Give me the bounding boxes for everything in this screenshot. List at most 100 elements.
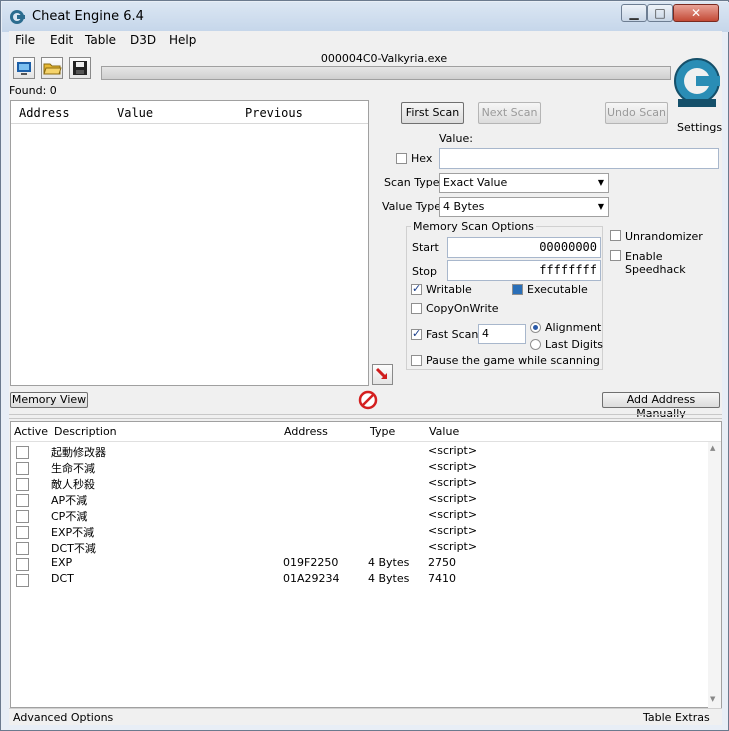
- start-address-input[interactable]: 00000000: [447, 237, 601, 258]
- undo-scan-button[interactable]: Undo Scan: [605, 102, 668, 124]
- cheat-engine-window: Cheat Engine 6.4 ▁ □ ✕ File Edit Table D…: [0, 0, 729, 731]
- fast-scan-label: Fast Scan: [426, 328, 479, 341]
- table-row[interactable]: EXP不減 <script>: [11, 524, 706, 540]
- cheat-engine-logo-icon: [674, 58, 720, 107]
- table-header: Active Description Address Type Value: [11, 422, 721, 442]
- row-description: DCT: [51, 572, 74, 585]
- row-value: <script>: [428, 444, 478, 457]
- scroll-up-icon[interactable]: ▲: [710, 444, 715, 452]
- row-value: <script>: [428, 460, 478, 473]
- column-value[interactable]: Value: [117, 106, 153, 120]
- active-checkbox[interactable]: [16, 558, 29, 571]
- menu-help[interactable]: Help: [169, 33, 196, 47]
- results-list[interactable]: Address Value Previous: [10, 100, 369, 386]
- active-checkbox[interactable]: [16, 446, 29, 459]
- value-type-value: 4 Bytes: [443, 200, 485, 213]
- row-description: 敵人秒殺: [51, 478, 95, 491]
- col-active[interactable]: Active: [14, 425, 48, 438]
- col-description[interactable]: Description: [54, 425, 117, 438]
- active-checkbox[interactable]: [16, 478, 29, 491]
- minimize-button[interactable]: ▁: [621, 4, 647, 22]
- row-description: EXP不減: [51, 526, 95, 539]
- title-bar[interactable]: Cheat Engine 6.4 ▁ □ ✕: [2, 2, 729, 32]
- last-digits-radio[interactable]: [530, 339, 541, 350]
- active-checkbox[interactable]: [16, 574, 29, 587]
- open-file-button[interactable]: [41, 57, 63, 79]
- add-address-manually-button[interactable]: Add Address Manually: [602, 392, 720, 420]
- table-row[interactable]: EXP 019F2250 4 Bytes 2750: [11, 556, 706, 572]
- scroll-down-icon[interactable]: ▼: [710, 695, 715, 703]
- fast-scan-checkbox[interactable]: [411, 327, 422, 340]
- table-extras-link[interactable]: Table Extras: [643, 711, 710, 724]
- active-checkbox[interactable]: [16, 542, 29, 555]
- active-checkbox[interactable]: [16, 494, 29, 507]
- vertical-scrollbar[interactable]: ▲ ▼: [708, 442, 721, 708]
- active-checkbox[interactable]: [16, 510, 29, 523]
- save-button[interactable]: [69, 57, 91, 79]
- col-type[interactable]: Type: [370, 425, 395, 438]
- settings-link[interactable]: Settings: [677, 121, 722, 134]
- speedhack-label: Enable Speedhack: [625, 250, 686, 276]
- maximize-button[interactable]: □: [647, 4, 673, 22]
- stop-label: Stop: [412, 265, 438, 278]
- row-value: <script>: [428, 508, 478, 521]
- row-description: CP不減: [51, 510, 88, 523]
- writable-checkbox[interactable]: [411, 282, 422, 295]
- executable-checkbox[interactable]: [512, 284, 523, 295]
- menu-table[interactable]: Table: [85, 33, 116, 47]
- speedhack-checkbox[interactable]: [610, 250, 621, 261]
- row-address: 01A29234: [283, 572, 340, 585]
- row-value: <script>: [428, 540, 478, 553]
- table-row[interactable]: CP不減 <script>: [11, 508, 706, 524]
- scan-type-select[interactable]: Exact Value ▼: [439, 173, 609, 193]
- col-address[interactable]: Address: [284, 425, 328, 438]
- alignment-radio[interactable]: [530, 322, 541, 333]
- pause-game-label: Pause the game while scanning: [426, 354, 600, 367]
- dropdown-arrow-icon: ▼: [597, 178, 604, 187]
- column-previous[interactable]: Previous: [245, 106, 303, 120]
- active-checkbox[interactable]: [16, 526, 29, 539]
- row-description: DCT不減: [51, 542, 96, 555]
- menu-edit[interactable]: Edit: [50, 33, 73, 47]
- fast-scan-alignment-input[interactable]: 4: [478, 324, 526, 344]
- address-table[interactable]: Active Description Address Type Value 起動…: [10, 421, 722, 708]
- menu-d3d[interactable]: D3D: [130, 33, 156, 47]
- table-row[interactable]: 起動修改器 <script>: [11, 444, 706, 460]
- row-type: 4 Bytes: [368, 556, 410, 569]
- dropdown-arrow-icon: ▼: [597, 202, 604, 211]
- add-to-list-button[interactable]: [372, 364, 393, 385]
- col-value[interactable]: Value: [429, 425, 459, 438]
- first-scan-button[interactable]: First Scan: [401, 102, 464, 124]
- table-row[interactable]: 生命不減 <script>: [11, 460, 706, 476]
- cheat-engine-logo[interactable]: [672, 55, 722, 115]
- row-value: 7410: [428, 572, 456, 585]
- menu-file[interactable]: File: [15, 33, 35, 47]
- menu-bar: File Edit Table D3D Help: [9, 31, 722, 50]
- pause-game-checkbox[interactable]: [411, 355, 422, 366]
- unrandomizer-label: Unrandomizer: [625, 230, 703, 243]
- column-address[interactable]: Address: [19, 106, 70, 120]
- table-row[interactable]: DCT 01A29234 4 Bytes 7410: [11, 572, 706, 588]
- writable-label: Writable: [426, 283, 472, 296]
- splitter[interactable]: [9, 414, 722, 419]
- advanced-options-link[interactable]: Advanced Options: [13, 711, 113, 724]
- table-row[interactable]: AP不減 <script>: [11, 492, 706, 508]
- stop-address-input[interactable]: ffffffff: [447, 260, 601, 281]
- table-row[interactable]: 敵人秒殺 <script>: [11, 476, 706, 492]
- value-input[interactable]: [439, 148, 719, 169]
- table-row[interactable]: DCT不減 <script>: [11, 540, 706, 556]
- memory-view-button[interactable]: Memory View: [10, 392, 88, 408]
- value-label: Value:: [439, 132, 473, 145]
- clear-list-button[interactable]: [358, 390, 378, 410]
- maximize-icon: □: [654, 6, 666, 20]
- client-area: File Edit Table D3D Help 000004C0-Valkyr…: [9, 31, 722, 725]
- hex-checkbox[interactable]: [396, 153, 407, 164]
- active-checkbox[interactable]: [16, 462, 29, 475]
- select-process-button[interactable]: [13, 57, 35, 79]
- close-button[interactable]: ✕: [673, 4, 719, 22]
- unrandomizer-checkbox[interactable]: [610, 230, 621, 241]
- copyonwrite-checkbox[interactable]: [411, 303, 422, 314]
- value-type-select[interactable]: 4 Bytes ▼: [439, 197, 609, 217]
- last-digits-label: Last Digits: [545, 338, 604, 351]
- next-scan-button[interactable]: Next Scan: [478, 102, 541, 124]
